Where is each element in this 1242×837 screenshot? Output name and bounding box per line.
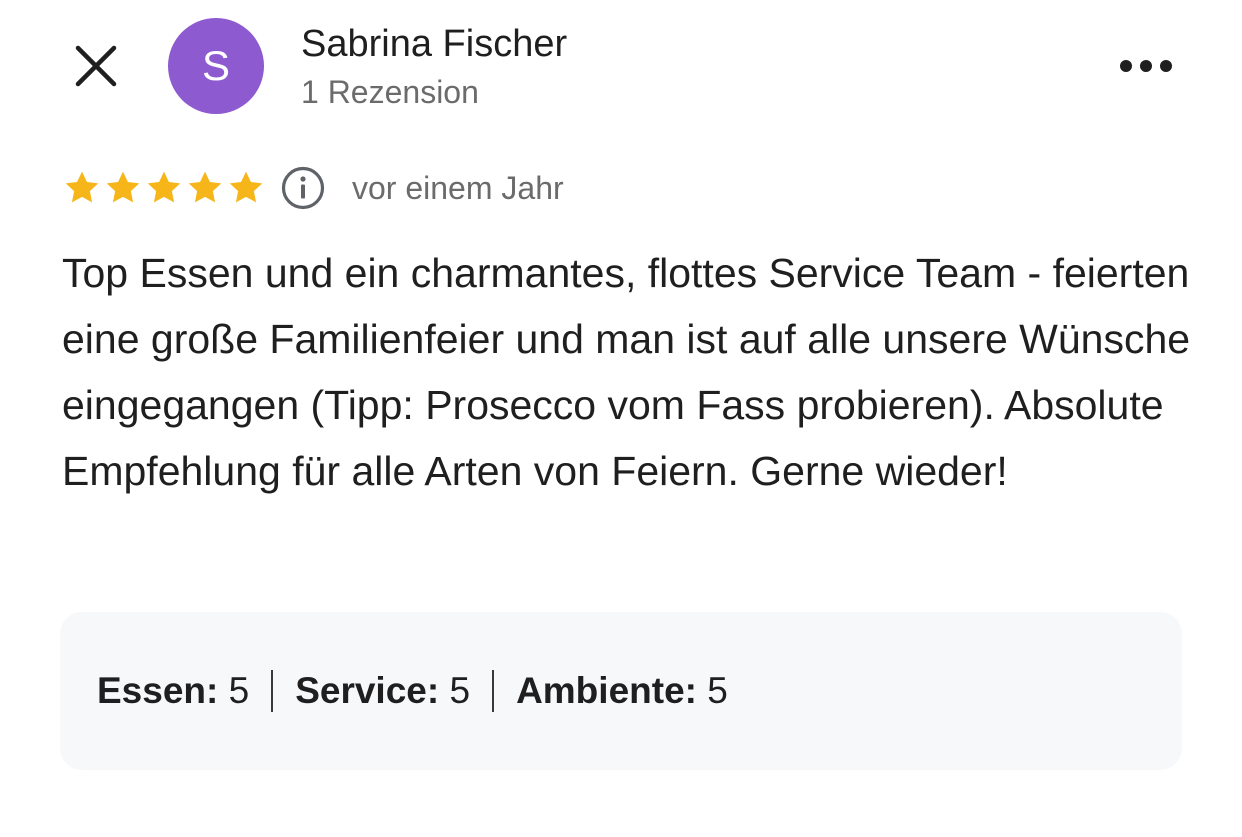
info-icon[interactable] — [280, 165, 326, 211]
reviewer-review-count: 1 Rezension — [301, 74, 479, 110]
rating-value: 5 — [707, 670, 728, 711]
divider — [271, 670, 274, 712]
close-button[interactable] — [72, 42, 120, 90]
rating-label: Service: — [295, 670, 440, 711]
more-horizontal-icon — [1120, 60, 1172, 72]
rating-label: Essen: — [97, 670, 219, 711]
rating-row: vor einem Jahr — [62, 164, 564, 212]
rating-essen: Essen: 5 — [97, 667, 249, 715]
divider — [492, 670, 495, 712]
review-date: vor einem Jahr — [352, 169, 564, 206]
star-rating — [62, 168, 267, 208]
rating-label: Ambiente: — [516, 670, 697, 711]
star-icon — [65, 171, 99, 203]
avatar[interactable]: S — [168, 18, 264, 114]
star-icon — [106, 171, 140, 203]
star-icon — [229, 171, 263, 203]
reviewer-name[interactable]: Sabrina Fischer — [301, 22, 567, 66]
category-ratings-box: Essen: 5 Service: 5 Ambiente: 5 — [60, 612, 1182, 770]
rating-value: 5 — [228, 670, 250, 711]
rating-ambiente: Ambiente: 5 — [516, 667, 728, 715]
review-text: Top Essen und ein charmantes, flottes Se… — [62, 250, 1191, 494]
rating-value: 5 — [449, 670, 471, 711]
rating-service: Service: 5 — [295, 667, 470, 715]
close-icon — [75, 45, 117, 87]
star-icon — [188, 171, 222, 203]
star-icon — [147, 171, 181, 203]
category-ratings-line: Essen: 5 Service: 5 Ambiente: 5 — [97, 667, 728, 715]
more-options-button[interactable] — [1116, 48, 1176, 84]
